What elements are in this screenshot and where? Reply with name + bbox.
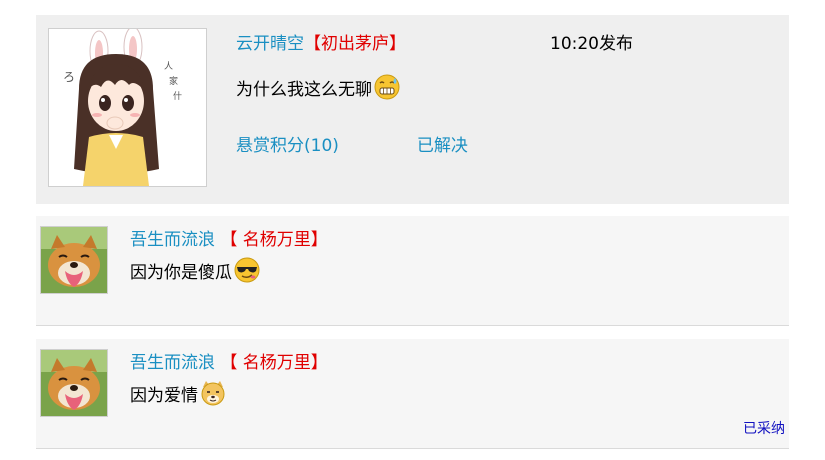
svg-text:什: 什 [173, 90, 182, 102]
answerer-username[interactable]: 吾生而流浪 [130, 353, 215, 373]
asker-rank: 【初出茅庐】 [304, 34, 406, 54]
answerer-avatar[interactable] [40, 226, 108, 294]
anime-girl-avatar-icon: 人 家 什 ろ [49, 29, 206, 186]
sunglasses-face-icon [234, 257, 260, 283]
doge-icon [201, 381, 225, 406]
answerer-avatar[interactable] [40, 349, 108, 417]
answer-card: 吾生而流浪 【 名杨万里】 因为你是傻瓜 [36, 216, 789, 326]
answer-text-row: 因为你是傻瓜 [130, 256, 261, 284]
svg-text:ろ: ろ [63, 70, 75, 84]
answerer-rank: 【 名杨万里】 [220, 230, 328, 250]
answer-text: 因为你是傻瓜 [130, 262, 232, 283]
question-meta: 悬赏积分(10) 已解决 [236, 131, 468, 156]
svg-text:人: 人 [164, 61, 173, 72]
asker-info: 云开晴空【初出茅庐】 [236, 29, 406, 54]
solved-status[interactable]: 已解决 [417, 136, 468, 156]
shiba-dog-avatar-icon [41, 227, 107, 293]
question-text-row: 为什么我这么无聊 [236, 73, 401, 101]
asker-username[interactable]: 云开晴空 [236, 34, 304, 54]
answerer-info: 吾生而流浪 【 名杨万里】 [130, 348, 328, 373]
answer-card: 吾生而流浪 【 名杨万里】 因为爱情 已采纳 [36, 339, 789, 449]
asker-avatar[interactable]: 人 家 什 ろ [48, 28, 207, 187]
answerer-info: 吾生而流浪 【 名杨万里】 [130, 225, 328, 250]
post-time: 10:20发布 [550, 34, 633, 54]
answerer-rank: 【 名杨万里】 [220, 353, 328, 373]
question-card: 人 家 什 ろ 云开晴空【初出茅庐】 10:20发布 为什么我这么无聊 悬赏积分… [36, 15, 789, 204]
answer-text-row: 因为爱情 [130, 379, 227, 407]
reward-points[interactable]: 悬赏积分(10) [236, 136, 339, 156]
answer-text: 因为爱情 [130, 385, 198, 406]
answerer-username[interactable]: 吾生而流浪 [130, 230, 215, 250]
svg-text:家: 家 [169, 75, 178, 87]
question-text: 为什么我这么无聊 [236, 79, 372, 100]
grimace-sweat-face-icon [374, 74, 400, 100]
shiba-dog-avatar-icon [41, 350, 107, 416]
adopted-badge: 已采纳 [743, 421, 785, 437]
